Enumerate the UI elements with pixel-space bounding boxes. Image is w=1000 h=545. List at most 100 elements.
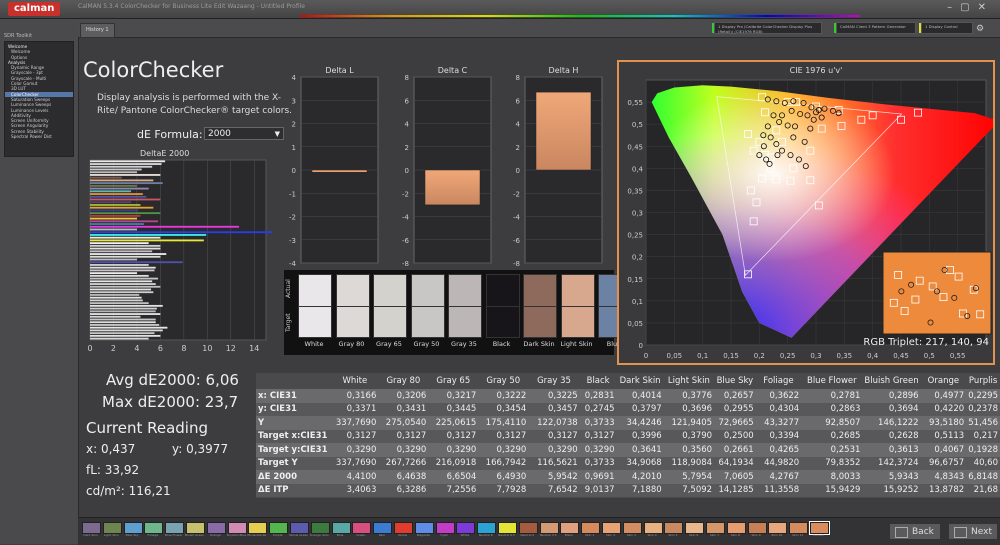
title-bar: calman CalMAN 5.3.4 ColorChecker for Bus… [0,0,1000,19]
palette-swatch-label: Blue [336,533,344,537]
table-cell: 5,7954 [682,471,713,482]
de-bar [90,296,142,299]
swatch-label: Dark Skin [523,340,555,348]
table-cell: 0,3290 [446,444,477,455]
table-cell: 15,9252 [883,485,919,496]
table-row: Y 337,7690 275,0540 225,0615 175,4110 122,073… [256,416,1000,430]
table-cell: 4,2010 [631,471,662,482]
table-cell: 0,2378 [968,404,998,415]
table-cell: 0,3457 [547,404,578,415]
table-cell: 0,3217 [446,390,477,401]
de-bar [90,334,161,337]
window-controls[interactable]: –▢✕ [947,2,994,13]
palette-swatch-label: Red [378,533,385,537]
de-plot-area [89,159,267,341]
table-row-header: y: CIE31 [258,404,297,415]
formula-select[interactable]: 2000 ▼ [204,127,284,140]
de-bar [90,236,161,239]
swatch-target [523,306,557,338]
tab-history[interactable]: History 1 [80,23,115,38]
palette-swatch-label: Bluish Green [185,533,204,537]
de-tick-label: 4 [134,344,139,353]
table-cell: 9,0137 [584,485,615,496]
table-header-cell [256,373,331,389]
table-cell: 79,8352 [825,458,861,469]
cie-y-tick: 0,25 [627,232,643,240]
de-bar [90,299,143,302]
delta-c-chart: Delta C 8 6 4 2 0 -2 -4 -6 -8 [402,66,492,268]
pattern-device-select[interactable]: CalMAN Client 3 Pattern Generator [834,22,916,34]
table-row-header: ΔE 2000 [258,471,298,482]
swatch-target [335,306,370,338]
table-cell: 64,1934 [718,458,754,469]
de-tick-label: 8 [181,344,186,353]
de-bar [90,291,154,294]
table-cell: 275,0540 [385,417,427,428]
back-button[interactable]: Back [889,523,941,540]
swatch-label: Light Skin [560,340,593,348]
pattern-device-label: CalMAN Client 3 Pattern Generator [840,24,906,29]
table-row: Target x:CIE31 0,3127 0,3127 0,3127 0,3127 0,… [256,429,1000,443]
delta-bar [535,91,592,171]
table-row-header: Target Y [258,458,298,469]
de-bar [90,274,149,277]
table-cell: 0,3290 [346,444,377,455]
table-cell: 72,9665 [718,417,754,428]
delta-tick-label: 8 [516,74,520,82]
palette-swatch-label: Skin 10 [771,533,783,537]
cie-y-tick: 0,2 [632,254,643,262]
delta-h-chart: Delta H 8 6 4 2 0 -2 -4 -6 -8 [513,66,603,268]
table-cell: 0,3371 [346,404,377,415]
table-cell: 166,7942 [485,458,527,469]
results-table: White Gray 80 Gray 65 Gray 50 Gray 35 Black Da… [256,373,1000,497]
next-button[interactable]: Next [948,523,998,540]
table-header-cell: White [342,376,368,386]
source-device-select[interactable]: 1 Display Pro (Calibrite ColorChecker Di… [712,22,822,34]
table-cell: 0,3622 [769,390,800,401]
de-bar [90,244,161,247]
table-cell: 0,3776 [682,390,713,401]
swatch-label: Gray 65 [376,340,402,348]
cie-y-tick: 0,05 [627,320,643,328]
sidebar-item[interactable]: Spectral Power Dist [5,134,73,139]
patch-palette: Back Next Dark Skin Light Skin Blue Sky Fol… [78,517,1000,545]
tab-bar: History 1 1 Display Pro (Calibrite Color… [78,19,1000,38]
de-tick-label: 12 [226,344,236,353]
table-cell: 0,3225 [547,390,578,401]
de-bar [90,204,141,206]
de-bar [90,223,144,225]
sidebar-header: SDR Toolkit [4,33,33,39]
table-cell: 142,3724 [878,458,919,469]
cie-y-tick: 0,5 [632,121,643,129]
palette-swatch-label: Foliage [147,533,159,537]
de-bar [90,198,161,201]
table-header-cell: Blue Sky [716,376,754,386]
de-bar [90,184,137,187]
swatch-label: Gray 50 [413,340,440,348]
reading-x: x: 0,437 [86,442,136,456]
settings-icon[interactable]: ⚙ [976,24,984,34]
table-cell: 0,3996 [631,431,662,442]
table-cell: 93,5180 [929,417,965,428]
palette-swatch-label: Black [564,533,573,537]
table-header-cell: Gray 65 [436,376,471,386]
delta-tick-label: -4 [402,214,410,222]
delta-chart-title: Delta L [325,66,354,75]
delta-tick-label: -4 [289,260,297,268]
cie-x-tick: 0,1 [697,352,708,360]
de-bar [90,288,152,291]
next-icon [954,527,967,538]
de-bar [90,304,163,307]
swatch-actual [335,274,370,308]
table-cell: 0,3127 [496,431,527,442]
reading-y: y: 0,3977 [172,442,229,456]
palette-swatch-label: Skin 1 [585,533,595,537]
table-row: y: CIE31 0,3371 0,3431 0,3445 0,3454 0,3457 0,… [256,402,1000,416]
table-cell: 6,4638 [396,471,427,482]
table-header-cell: Bluish Green [864,376,919,386]
table-cell: 337,7690 [335,458,377,469]
table-cell: 225,0615 [435,417,477,428]
delta-tick-label: 4 [292,74,297,82]
display-device-select[interactable]: 1 Display Control [919,22,973,34]
table-cell: 0,3127 [547,431,578,442]
